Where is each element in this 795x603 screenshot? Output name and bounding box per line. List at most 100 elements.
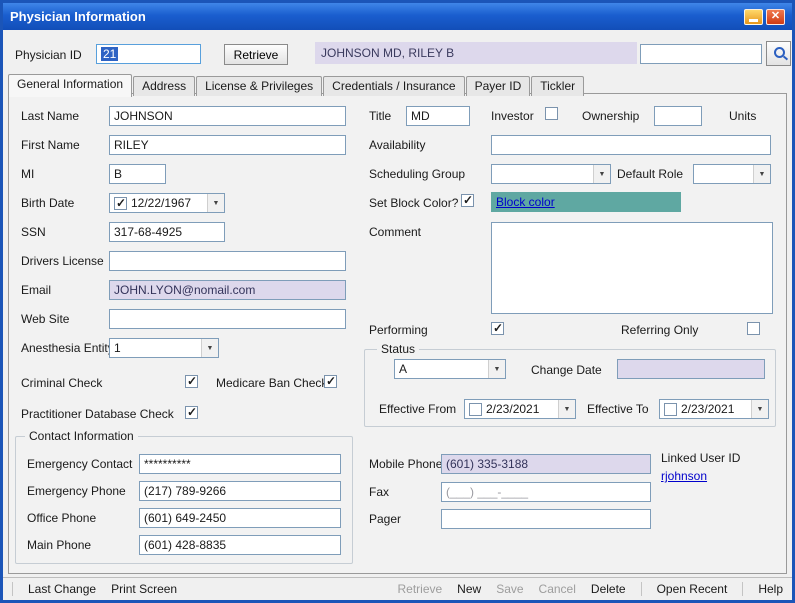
statusbar-open-recent[interactable]: Open Recent [657, 582, 728, 596]
availability-input[interactable] [491, 135, 771, 155]
block-color-swatch[interactable]: Block color [491, 192, 681, 212]
dropdown-arrow-icon[interactable] [207, 194, 224, 212]
status-value: A [399, 362, 407, 376]
investor-checkbox[interactable] [545, 107, 558, 120]
dropdown-arrow-icon[interactable] [201, 339, 218, 357]
office-phone-input[interactable] [139, 508, 341, 528]
effective-from-value: 2/23/2021 [486, 402, 539, 416]
web-site-input[interactable] [109, 309, 346, 329]
tab-credentials-insurance[interactable]: Credentials / Insurance [323, 76, 464, 96]
linked-user-id-label: Linked User ID [661, 451, 740, 465]
search-icon [773, 46, 784, 61]
physician-id-input[interactable]: 21 [96, 44, 201, 64]
email-label: Email [21, 283, 51, 297]
statusbar-delete[interactable]: Delete [591, 582, 626, 596]
status-combo[interactable]: A [394, 359, 506, 379]
dropdown-arrow-icon[interactable] [751, 400, 768, 418]
birth-date-checkbox[interactable] [114, 197, 127, 210]
statusbar-cancel: Cancel [539, 582, 576, 596]
emergency-phone-label: Emergency Phone [27, 484, 126, 498]
change-date-field [617, 359, 765, 379]
effective-from-combo[interactable]: 2/23/2021 [464, 399, 576, 419]
drivers-license-label: Drivers License [21, 254, 104, 268]
effective-to-combo[interactable]: 2/23/2021 [659, 399, 769, 419]
comment-textarea[interactable] [491, 222, 773, 314]
close-button[interactable] [766, 9, 785, 25]
dropdown-arrow-icon[interactable] [558, 400, 575, 418]
physician-information-window: Physician Information Physician ID 21 Re… [0, 0, 795, 603]
tab-general-information[interactable]: General Information [8, 74, 132, 97]
fax-input[interactable] [441, 482, 651, 502]
last-name-label: Last Name [21, 109, 79, 123]
title-label: Title [369, 109, 391, 123]
statusbar: Last Change Print Screen Retrieve New Sa… [3, 577, 792, 600]
statusbar-new[interactable]: New [457, 582, 481, 596]
main-phone-input[interactable] [139, 535, 341, 555]
emergency-phone-input[interactable] [139, 481, 341, 501]
investor-label: Investor [491, 109, 534, 123]
emergency-contact-label: Emergency Contact [27, 457, 132, 471]
default-role-combo[interactable] [693, 164, 771, 184]
birth-date-label: Birth Date [21, 196, 74, 210]
minimize-button[interactable] [744, 9, 763, 25]
block-color-link[interactable]: Block color [496, 195, 555, 209]
medicare-ban-check-checkbox[interactable] [324, 375, 337, 388]
ownership-input[interactable] [654, 106, 702, 126]
last-name-input[interactable] [109, 106, 346, 126]
anesthesia-entity-combo[interactable]: 1 [109, 338, 219, 358]
availability-label: Availability [369, 138, 425, 152]
mobile-phone-field[interactable]: (601) 335-3188 [441, 454, 651, 474]
emergency-contact-input[interactable] [139, 454, 341, 474]
web-site-label: Web Site [21, 312, 69, 326]
fax-label: Fax [369, 485, 389, 499]
tab-bar: General Information Address License & Pr… [8, 74, 585, 96]
ssn-input[interactable] [109, 222, 225, 242]
titlebar[interactable]: Physician Information [3, 3, 792, 30]
statusbar-print-screen[interactable]: Print Screen [111, 582, 177, 596]
mi-input[interactable] [109, 164, 166, 184]
statusbar-divider [12, 582, 13, 596]
units-label: Units [729, 109, 756, 123]
pager-label: Pager [369, 512, 401, 526]
referring-only-checkbox[interactable] [747, 322, 760, 335]
effective-to-checkbox[interactable] [664, 403, 677, 416]
physician-id-value: 21 [101, 47, 118, 61]
effective-to-label: Effective To [587, 402, 649, 416]
drivers-license-input[interactable] [109, 251, 346, 271]
birth-date-combo[interactable]: 12/22/1967 [109, 193, 225, 213]
title-input[interactable] [406, 106, 470, 126]
statusbar-help[interactable]: Help [758, 582, 783, 596]
default-role-label: Default Role [617, 167, 683, 181]
anesthesia-entity-label: Anesthesia Entity [21, 341, 114, 355]
practitioner-database-check-checkbox[interactable] [185, 406, 198, 419]
practitioner-database-check-label: Practitioner Database Check [21, 407, 174, 421]
set-block-color-checkbox[interactable] [461, 194, 474, 207]
pager-input[interactable] [441, 509, 651, 529]
statusbar-save: Save [496, 582, 523, 596]
effective-to-value: 2/23/2021 [681, 402, 734, 416]
lookup-input[interactable] [640, 44, 762, 64]
retrieve-button[interactable]: Retrieve [224, 44, 288, 65]
dropdown-arrow-icon[interactable] [753, 165, 770, 183]
main-phone-label: Main Phone [27, 538, 91, 552]
tab-address[interactable]: Address [133, 76, 195, 96]
linked-user-id-link[interactable]: rjohnson [661, 469, 707, 483]
tab-license-privileges[interactable]: License & Privileges [196, 76, 322, 96]
statusbar-last-change[interactable]: Last Change [28, 582, 96, 596]
email-field[interactable]: JOHN.LYON@nomail.com [109, 280, 346, 300]
performing-checkbox[interactable] [491, 322, 504, 335]
scheduling-group-combo[interactable] [491, 164, 611, 184]
referring-only-label: Referring Only [621, 323, 698, 337]
dropdown-arrow-icon[interactable] [488, 360, 505, 378]
search-button[interactable] [766, 41, 791, 66]
tab-payer-id[interactable]: Payer ID [466, 76, 531, 96]
dropdown-arrow-icon[interactable] [593, 165, 610, 183]
statusbar-divider [641, 582, 642, 596]
tab-tickler[interactable]: Tickler [531, 76, 584, 96]
anesthesia-entity-value: 1 [114, 341, 121, 355]
criminal-check-label: Criminal Check [21, 376, 102, 390]
general-information-panel: Last Name First Name MI Birth Date 12/22… [8, 93, 787, 574]
first-name-input[interactable] [109, 135, 346, 155]
criminal-check-checkbox[interactable] [185, 375, 198, 388]
effective-from-checkbox[interactable] [469, 403, 482, 416]
